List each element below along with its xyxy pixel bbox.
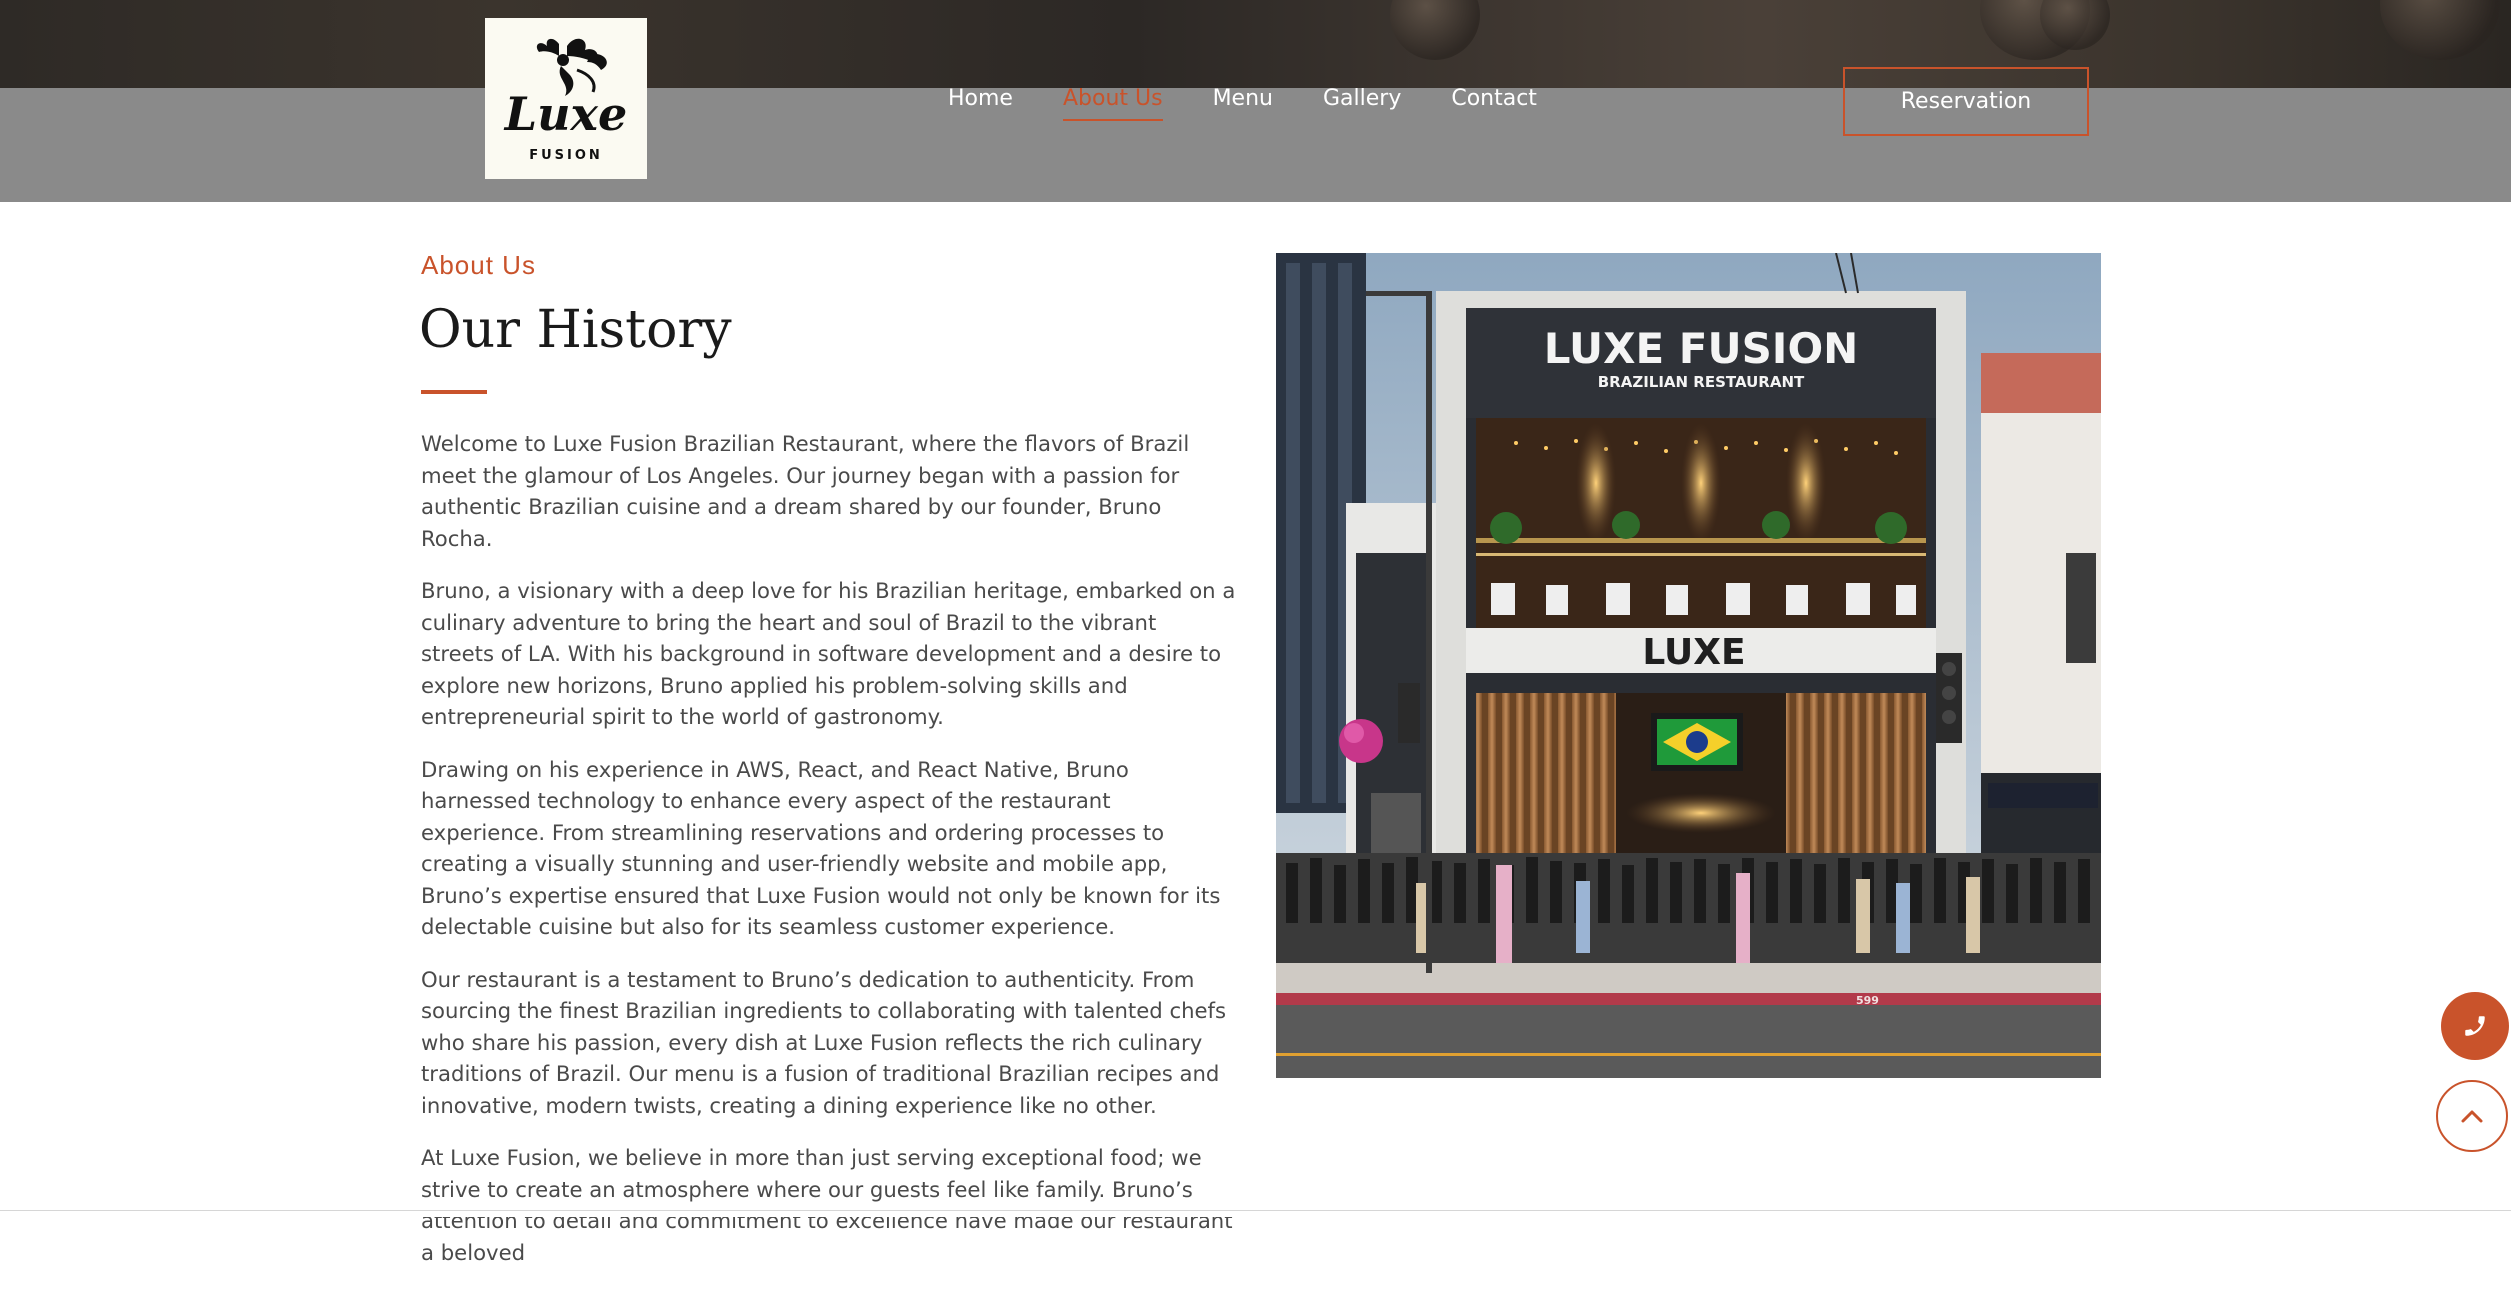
phone-icon xyxy=(2465,1016,2485,1036)
history-text: Welcome to Luxe Fusion Brazilian Restaur… xyxy=(421,428,1236,1289)
section-kicker: About Us xyxy=(421,250,536,280)
chevron-up-icon xyxy=(2461,1110,2483,1123)
brand-logo[interactable]: Luxe FUSION xyxy=(485,18,647,179)
history-paragraph: Our restaurant is a testament to Bruno’s… xyxy=(421,966,1227,1118)
history-paragraph: At Luxe Fusion, we believe in more than … xyxy=(421,1145,1233,1265)
history-paragraph: Welcome to Luxe Fusion Brazilian Restaur… xyxy=(421,431,1190,551)
call-button[interactable] xyxy=(2441,992,2509,1060)
page-title: Our History xyxy=(419,300,732,360)
nav-contact[interactable]: Contact xyxy=(1451,86,1537,121)
header-background-photo xyxy=(0,0,2511,88)
main-nav: Home About Us Menu Gallery Contact xyxy=(948,86,1587,121)
restaurant-facade-image: LUXE FUSION BRAZILIAN RESTAURANT LUXE 59… xyxy=(1276,253,2101,1078)
logo-dancer-icon: Luxe xyxy=(503,38,627,141)
logo-subtitle: FUSION xyxy=(529,148,603,163)
svg-text:LUXE: LUXE xyxy=(1642,632,1745,673)
history-paragraph: Drawing on his experience in AWS, React,… xyxy=(421,756,1221,940)
reservation-button[interactable]: Reservation xyxy=(1843,67,2089,136)
window-bottom-edge xyxy=(0,1210,2511,1217)
site-header: Luxe FUSION Home About Us Menu Gallery C… xyxy=(0,0,2511,202)
nav-about-us[interactable]: About Us xyxy=(1062,86,1163,121)
nav-gallery[interactable]: Gallery xyxy=(1323,86,1401,121)
svg-text:Luxe: Luxe xyxy=(503,87,627,141)
nav-home[interactable]: Home xyxy=(948,86,1013,121)
scroll-to-top-button[interactable] xyxy=(2436,1080,2508,1152)
title-underline xyxy=(421,390,487,394)
svg-text:BRAZILIAN RESTAURANT: BRAZILIAN RESTAURANT xyxy=(1598,373,1805,391)
svg-text:LUXE FUSION: LUXE FUSION xyxy=(1544,324,1859,373)
nav-menu[interactable]: Menu xyxy=(1213,86,1273,121)
history-paragraph: Bruno, a visionary with a deep love for … xyxy=(421,578,1236,729)
